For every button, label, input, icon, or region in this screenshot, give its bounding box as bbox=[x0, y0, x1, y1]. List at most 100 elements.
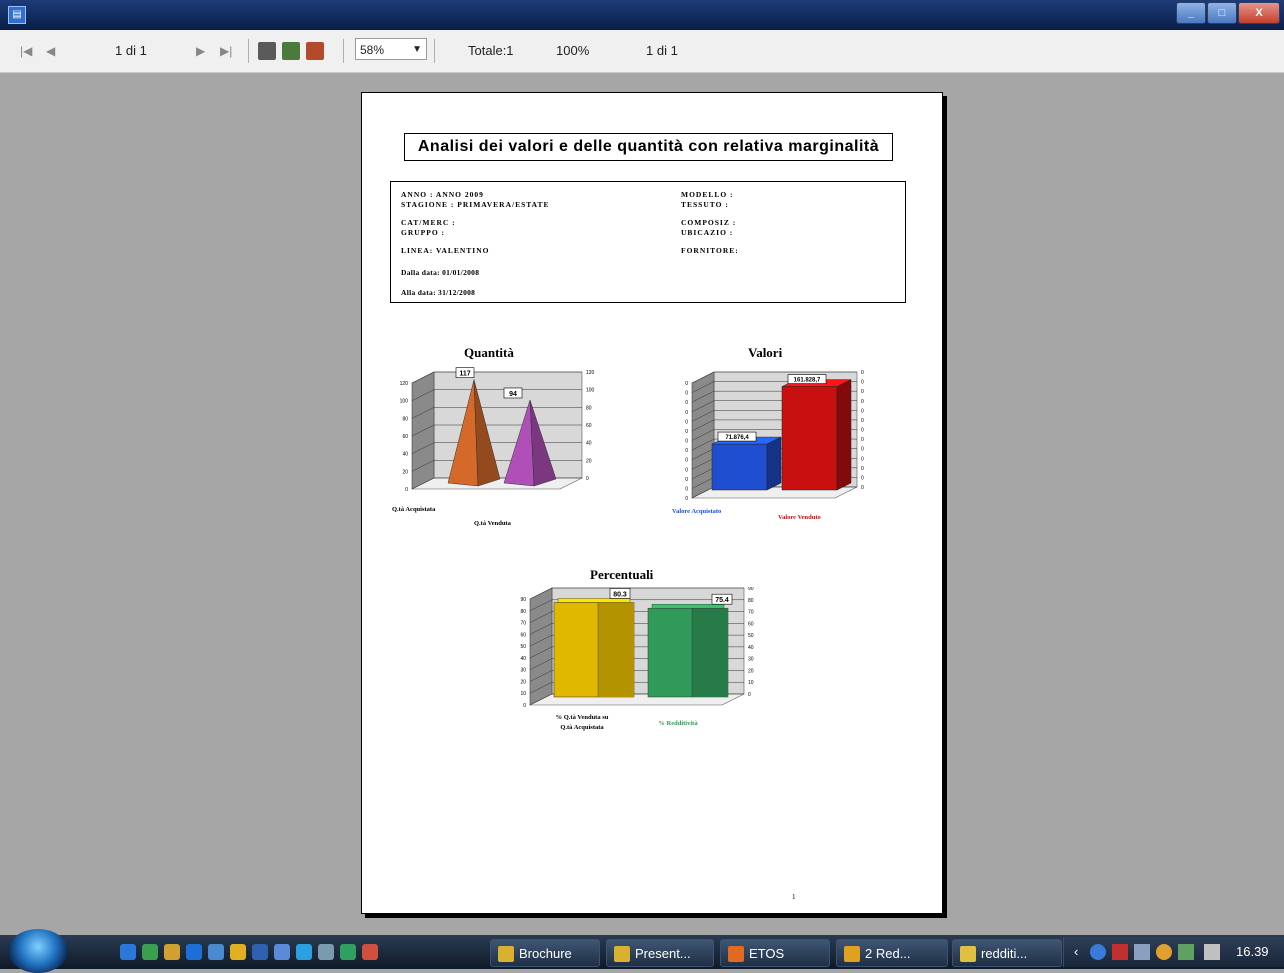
taskbar-item-red[interactable]: 2 Red... bbox=[836, 939, 948, 967]
network-icon[interactable] bbox=[1178, 944, 1194, 960]
quicklaunch-icon[interactable] bbox=[340, 944, 356, 960]
zoom-value: 58% bbox=[360, 43, 385, 57]
y-tick-label: 0 bbox=[685, 458, 688, 464]
tray-expand-icon[interactable]: ‹ bbox=[1074, 937, 1078, 967]
system-tray: ‹ 16.39 bbox=[1063, 937, 1284, 967]
y-tick-label-right: 0 bbox=[861, 428, 864, 434]
data-label: 71.876,4 bbox=[725, 435, 749, 441]
next-page-icon[interactable]: ▶ bbox=[196, 41, 205, 61]
quicklaunch-icon[interactable] bbox=[120, 944, 136, 960]
y-tick-label: 60 bbox=[520, 632, 526, 638]
modello-label: MODELLO : bbox=[681, 190, 734, 199]
chart-title-percentuali: Percentuali bbox=[590, 567, 654, 582]
y-tick-label: 20 bbox=[520, 679, 526, 685]
chart-title-valori: Valori bbox=[748, 345, 783, 360]
y-tick-label: 0 bbox=[523, 703, 526, 709]
y-tick-label-right: 50 bbox=[748, 633, 754, 639]
lock-icon[interactable] bbox=[230, 944, 246, 960]
prev-page-icon[interactable]: ◀ bbox=[46, 41, 55, 61]
x-category-label: Q.tà Acquistata bbox=[560, 724, 604, 731]
anno-label: ANNO : ANNO 2009 bbox=[401, 190, 484, 199]
app-icon[interactable]: ▤ bbox=[8, 6, 26, 24]
folder-icon bbox=[614, 946, 630, 962]
first-page-icon[interactable]: |◀ bbox=[20, 41, 32, 61]
y-tick-label-right: 0 bbox=[861, 370, 864, 376]
volume-icon[interactable] bbox=[1204, 944, 1220, 960]
taskbar-item-present[interactable]: Present... bbox=[606, 939, 714, 967]
y-tick-label-right: 0 bbox=[748, 692, 751, 698]
taskbar-item-brochure[interactable]: Brochure bbox=[490, 939, 600, 967]
tray-icon[interactable] bbox=[1156, 944, 1172, 960]
y-tick-label: 80 bbox=[402, 416, 408, 422]
tray-icon[interactable] bbox=[1134, 944, 1150, 960]
gruppo-label: GRUPPO : bbox=[401, 228, 446, 237]
bar-top bbox=[651, 603, 725, 609]
bar-top bbox=[557, 598, 631, 603]
y-tick-label: 0 bbox=[685, 400, 688, 406]
zoom-select[interactable]: 58% ▼ bbox=[355, 38, 427, 60]
y-tick-label: 0 bbox=[405, 487, 408, 493]
browser-icon[interactable] bbox=[186, 944, 202, 960]
stagione-label: STAGIONE : PRIMAVERA/ESTATE bbox=[401, 200, 550, 209]
taskbar-item-redditi[interactable]: redditi... bbox=[952, 939, 1062, 967]
maximize-button[interactable]: □ bbox=[1207, 2, 1237, 24]
data-label: 117 bbox=[459, 371, 470, 378]
quicklaunch-icon[interactable] bbox=[164, 944, 180, 960]
y-tick-label-right: 0 bbox=[861, 456, 864, 462]
page-number: 1 bbox=[792, 893, 796, 901]
skype-icon[interactable] bbox=[296, 944, 312, 960]
quicklaunch-icon[interactable] bbox=[208, 944, 224, 960]
y-tick-label: 0 bbox=[685, 381, 688, 387]
taskbar-item-etos[interactable]: ETOS bbox=[720, 939, 830, 967]
quicklaunch-icon[interactable] bbox=[274, 944, 290, 960]
x-category-label: Q.tà Venduta bbox=[474, 520, 512, 527]
minimize-button[interactable]: _ bbox=[1176, 2, 1206, 24]
chart-title-quantita: Quantità bbox=[464, 345, 514, 360]
toolbar-separator bbox=[343, 39, 344, 63]
y-tick-label: 50 bbox=[520, 644, 526, 650]
quicklaunch-icon[interactable] bbox=[252, 944, 268, 960]
report-title: Analisi dei valori e delle quantità con … bbox=[404, 133, 893, 161]
y-tick-label-right: 30 bbox=[748, 657, 754, 663]
y-tick-label: 0 bbox=[685, 496, 688, 502]
start-button[interactable] bbox=[8, 929, 68, 973]
export-icon[interactable] bbox=[306, 42, 324, 60]
clock[interactable]: 16.39 bbox=[1236, 937, 1269, 967]
tessuto-label: TESSUTO : bbox=[681, 200, 729, 209]
tray-icon[interactable] bbox=[1090, 944, 1106, 960]
x-category-label: Q.tà Acquistata bbox=[392, 506, 436, 513]
report-page: Analisi dei valori e delle quantità con … bbox=[361, 92, 943, 914]
app-icon bbox=[844, 946, 860, 962]
y-tick-label-right: 40 bbox=[586, 441, 592, 447]
data-label: 75.4 bbox=[715, 597, 729, 604]
filter-info-box: ANNO : ANNO 2009 STAGIONE : PRIMAVERA/ES… bbox=[390, 181, 906, 303]
app-icon bbox=[960, 946, 976, 962]
y-tick-label-right: 70 bbox=[748, 610, 754, 616]
print-setup-icon[interactable] bbox=[282, 42, 300, 60]
bar-shading bbox=[692, 608, 728, 697]
dalla-data-label: Dalla data: 01/01/2008 bbox=[401, 268, 480, 277]
y-tick-label-right: 60 bbox=[586, 423, 592, 429]
y-tick-label-right: 0 bbox=[861, 437, 864, 443]
total-label: Totale:1 bbox=[468, 43, 514, 58]
y-tick-label-right: 80 bbox=[586, 405, 592, 411]
acrobat-icon[interactable] bbox=[362, 944, 378, 960]
taskbar: Brochure Present... ETOS 2 Red... reddit… bbox=[0, 929, 1284, 973]
close-button[interactable]: X bbox=[1238, 2, 1280, 24]
tray-icon[interactable] bbox=[1112, 944, 1128, 960]
y-tick-label: 0 bbox=[685, 391, 688, 397]
data-label: 94 bbox=[509, 391, 517, 398]
bar-side bbox=[836, 379, 852, 491]
alla-data-label: Alla data: 31/12/2008 bbox=[401, 288, 476, 297]
y-tick-label: 70 bbox=[520, 621, 526, 627]
chart-valori: 0 0 0 0 0 0 0 0 0 0 0 0 0 0 0 0 0 0 0 0 0 0 0 0 0 0 71.876,4 161.82… bbox=[672, 370, 864, 521]
y-tick-label: 0 bbox=[685, 410, 688, 416]
x-category-label: Valore Venduto bbox=[778, 514, 821, 521]
window-titlebar: ▤ _ □ X bbox=[0, 0, 1284, 30]
zoom-percent-label: 100% bbox=[556, 43, 590, 58]
last-page-icon[interactable]: ▶| bbox=[220, 41, 232, 61]
quicklaunch-icon[interactable] bbox=[318, 944, 334, 960]
print-icon[interactable] bbox=[258, 42, 276, 60]
app-icon bbox=[728, 946, 744, 962]
quicklaunch-icon[interactable] bbox=[142, 944, 158, 960]
